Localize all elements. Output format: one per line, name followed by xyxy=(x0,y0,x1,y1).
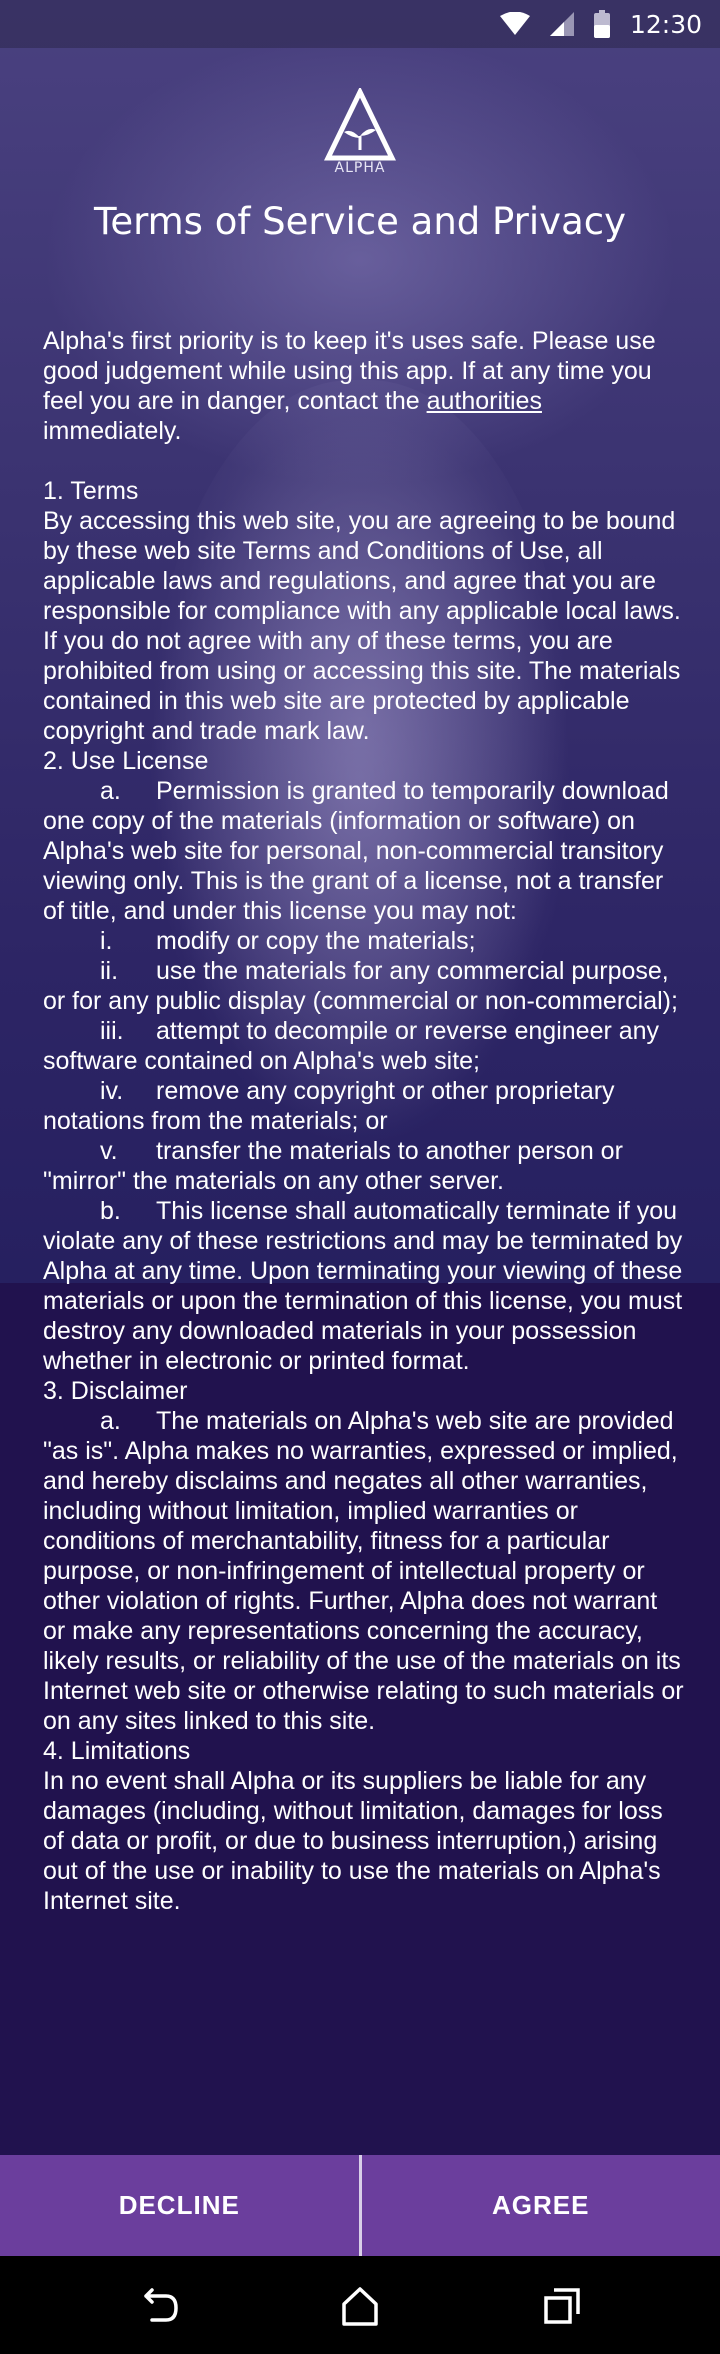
navigation-bar xyxy=(0,2256,720,2354)
license-subitem-ii: ii. use the materials for any commercial … xyxy=(43,957,678,1015)
license-subitem-v: v. transfer the materials to another pers… xyxy=(43,1137,623,1195)
wifi-icon xyxy=(499,12,530,36)
signal-icon xyxy=(549,12,574,36)
section-heading-use-license: 2. Use License xyxy=(43,747,209,775)
license-item-b: b. This license shall automatically termi… xyxy=(43,1197,683,1375)
status-bar: 12:30 xyxy=(0,0,720,48)
section-heading-disclaimer: 3. Disclaimer xyxy=(43,1377,188,1405)
terms-content[interactable]: Alpha's first priority is to keep it's u… xyxy=(43,326,685,1916)
agree-button[interactable]: AGREE xyxy=(361,2155,720,2256)
disclaimer-item-a: a. The materials on Alpha's web site are … xyxy=(43,1407,684,1735)
authorities-link[interactable]: authorities xyxy=(427,387,542,415)
license-subitem-iii: iii. attempt to decompile or reverse engi… xyxy=(43,1017,660,1075)
license-subitem-i: i. modify or copy the materials; xyxy=(100,927,476,955)
home-icon[interactable] xyxy=(338,2284,382,2328)
button-bar: DECLINE AGREE xyxy=(0,2155,720,2256)
section-body-limitations: In no event shall Alpha or its suppliers… xyxy=(43,1767,663,1915)
status-time: 12:30 xyxy=(629,9,702,39)
license-subitem-iv: iv. remove any copyright or other proprie… xyxy=(43,1077,615,1135)
recents-icon[interactable] xyxy=(540,2284,584,2328)
section-heading-terms: 1. Terms xyxy=(43,477,139,505)
page-title: Terms of Service and Privacy xyxy=(94,200,626,243)
logo-text: ALPHA xyxy=(334,160,386,176)
section-body-terms: By accessing this web site, you are agre… xyxy=(43,507,681,745)
license-item-a: a. Permission is granted to temporarily d… xyxy=(43,777,669,925)
section-heading-limitations: 4. Limitations xyxy=(43,1737,191,1765)
battery-icon xyxy=(593,10,610,38)
intro-paragraph: Alpha's first priority is to keep it's u… xyxy=(43,327,656,445)
back-icon[interactable] xyxy=(138,2284,182,2328)
decline-button[interactable]: DECLINE xyxy=(0,2155,359,2256)
